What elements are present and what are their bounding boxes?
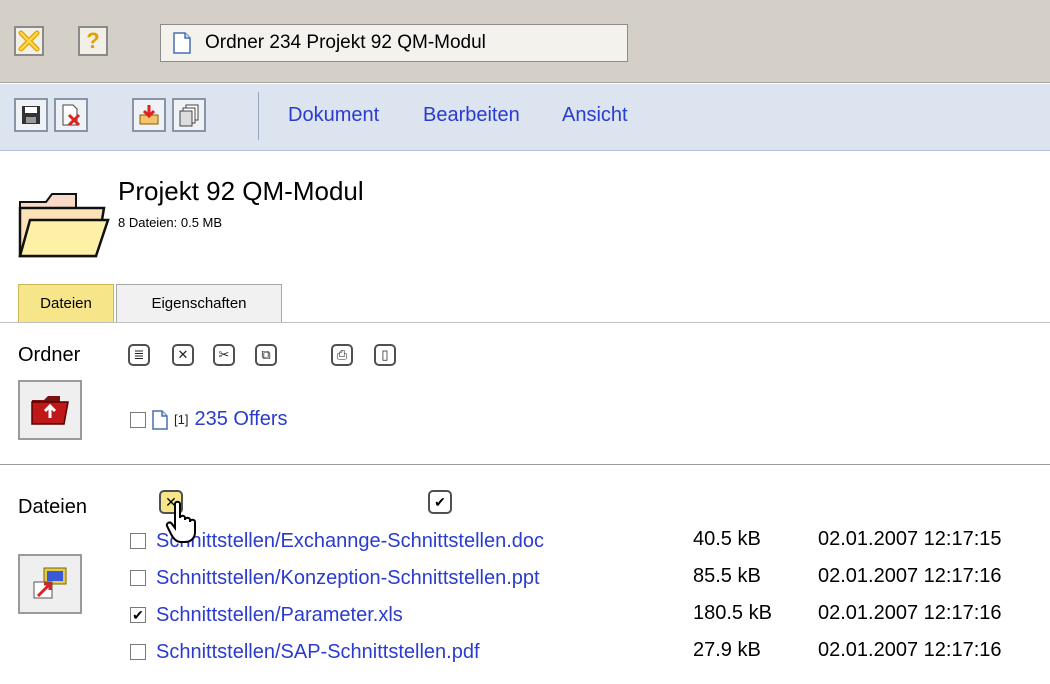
page-title: Projekt 92 QM-Modul (118, 176, 364, 206)
document-tab[interactable]: Ordner 234 Projekt 92 QM-Modul (160, 24, 628, 62)
upload-files-button[interactable] (18, 554, 82, 614)
new-document-icon[interactable]: ▯ (374, 344, 396, 366)
file-checkbox[interactable] (130, 570, 146, 586)
copy-icon[interactable] (172, 98, 206, 132)
file-size: 40.5 kB (693, 528, 761, 550)
hand-cursor-icon (165, 500, 196, 543)
file-date: 02.01.2007 12:17:16 (818, 602, 1002, 624)
file-name[interactable]: Schnittstellen/Konzeption-Schnittstellen… (156, 567, 540, 590)
menu-ansicht[interactable]: Ansicht (562, 104, 628, 127)
file-row[interactable]: Schnittstellen/SAP-Schnittstellen.pdf (130, 637, 480, 667)
file-size: 85.5 kB (693, 565, 761, 587)
subfolder-item[interactable]: [1] 235 Offers (130, 408, 288, 431)
tab-eigenschaften[interactable]: Eigenschaften (116, 284, 282, 322)
file-checkbox[interactable] (130, 533, 146, 549)
select-all-icon[interactable]: ≣ (128, 344, 150, 366)
select-all-files-icon[interactable]: ✔ (428, 490, 452, 514)
document-icon (173, 32, 191, 54)
file-date: 02.01.2007 12:17:16 (818, 639, 1002, 661)
delete-icon[interactable]: ✕ (172, 344, 194, 366)
tab-dateien[interactable]: Dateien (18, 284, 114, 322)
help-icon[interactable]: ? (78, 26, 108, 56)
parent-folder-button[interactable] (18, 380, 82, 440)
cut-icon[interactable]: ✂ (213, 344, 235, 366)
file-name[interactable]: Schnittstellen/Parameter.xls (156, 604, 403, 627)
upload-icon (33, 567, 67, 599)
subfolder-count: [1] (174, 412, 189, 427)
file-checkbox[interactable] (130, 644, 146, 660)
ordner-label: Ordner (18, 344, 81, 366)
file-row[interactable]: Schnittstellen/Parameter.xls (130, 600, 403, 630)
file-size: 180.5 kB (693, 602, 772, 624)
download-icon[interactable] (132, 98, 166, 132)
copy-small-icon[interactable]: ⧉ (255, 344, 277, 366)
file-name[interactable]: Schnittstellen/Exchannge-Schnittstellen.… (156, 530, 544, 553)
toolbar-separator (258, 92, 259, 140)
file-row[interactable]: Schnittstellen/Konzeption-Schnittstellen… (130, 563, 540, 593)
tab-divider (0, 322, 1050, 323)
file-name[interactable]: Schnittstellen/SAP-Schnittstellen.pdf (156, 641, 480, 664)
print-icon[interactable]: ⎙ (331, 344, 353, 366)
menu-dokument[interactable]: Dokument (288, 104, 379, 127)
file-size: 27.9 kB (693, 639, 761, 661)
document-tab-label: Ordner 234 Projekt 92 QM-Modul (205, 32, 486, 53)
folder-info: 8 Dateien: 0.5 MB (118, 215, 223, 230)
folder-icon (18, 193, 110, 258)
delete-document-icon[interactable] (54, 98, 88, 132)
folder-up-icon (31, 396, 69, 425)
document-icon (152, 409, 168, 430)
subfolder-checkbox[interactable] (130, 411, 146, 428)
save-icon[interactable] (14, 98, 48, 132)
file-date: 02.01.2007 12:17:15 (818, 528, 1002, 550)
close-icon[interactable] (14, 26, 44, 56)
menu-bearbeiten[interactable]: Bearbeiten (423, 104, 520, 127)
file-checkbox[interactable] (130, 607, 146, 623)
dateien-label: Dateien (18, 496, 87, 518)
subfolder-name[interactable]: 235 Offers (194, 408, 287, 431)
section-divider (0, 464, 1050, 465)
file-date: 02.01.2007 12:17:16 (818, 565, 1002, 587)
